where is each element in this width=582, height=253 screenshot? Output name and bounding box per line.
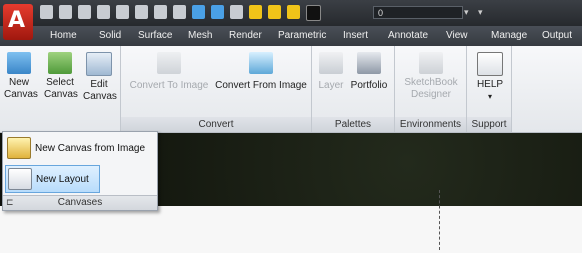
ribbon: New Canvas Select Canvas Edit Canvas Con…	[0, 46, 582, 133]
panel-title-convert: Convert	[121, 117, 311, 132]
layer-dropdown[interactable]: 0	[373, 6, 463, 19]
undo-icon[interactable]	[154, 5, 167, 19]
layer-button[interactable]: Layer	[316, 52, 346, 92]
layer-states-icon[interactable]	[211, 5, 224, 19]
canvases-label: Canvases	[57, 197, 103, 208]
app-logo-letter: A	[8, 8, 26, 33]
panel-palettes: Layer Portfolio Palettes	[312, 46, 395, 132]
portfolio-icon	[357, 52, 381, 74]
help-icon	[477, 52, 503, 76]
match-layer-icon[interactable]	[230, 5, 243, 19]
panel-convert: Convert To Image Convert From Image Conv…	[121, 46, 312, 132]
new-canvas-from-image-item[interactable]: New Canvas from Image	[5, 134, 153, 162]
layer-properties-icon[interactable]	[192, 5, 205, 19]
help-label: HELP	[476, 79, 504, 90]
sun-icon[interactable]	[268, 5, 281, 19]
help-button[interactable]: HELP ▾	[473, 52, 507, 103]
convert-from-image-icon	[249, 52, 273, 74]
convert-from-image-button[interactable]: Convert From Image	[214, 52, 308, 92]
convert-to-image-icon	[157, 52, 181, 74]
layout-icon	[8, 168, 32, 190]
convert-to-image-button[interactable]: Convert To Image	[127, 52, 211, 92]
print-icon[interactable]	[135, 5, 148, 19]
edit-canvas-label: Edit Canvas	[83, 79, 117, 102]
panel-canvases: New Canvas Select Canvas Edit Canvas	[0, 46, 121, 132]
tab-home[interactable]: Home	[50, 30, 77, 41]
new-canvas-button[interactable]: New Canvas	[4, 52, 38, 101]
open-file-icon[interactable]	[59, 5, 72, 19]
ribbon-tabs: Home Solid Surface Mesh Render Parametri…	[0, 26, 582, 46]
panel-title-environments: Environments	[395, 117, 466, 132]
customize-qat-icon[interactable]: ▾	[478, 7, 483, 18]
lightbulb-icon[interactable]	[249, 5, 262, 19]
portfolio-label: Portfolio	[350, 80, 388, 91]
edit-canvas-button[interactable]: Edit Canvas	[83, 52, 117, 103]
tab-parametric[interactable]: Parametric	[278, 30, 326, 41]
convert-to-image-label: Convert To Image	[129, 80, 209, 91]
sketchbook-designer-label: SketchBook Designer	[404, 77, 458, 100]
new-canvas-label: New Canvas	[4, 77, 38, 100]
sketchbook-designer-icon	[419, 52, 443, 74]
color-swatch-icon[interactable]	[306, 5, 321, 21]
chevron-down-icon[interactable]: ▾	[464, 7, 469, 18]
tab-output[interactable]: Output	[542, 30, 572, 41]
layer-label: Layer	[318, 80, 344, 91]
help-dropdown-icon[interactable]: ▾	[473, 91, 507, 103]
canvases-panel-title: ⊏ Canvases	[3, 195, 157, 210]
new-canvas-icon	[7, 52, 31, 74]
application-menu-button[interactable]: A	[3, 4, 33, 40]
panel-support: HELP ▾ Support	[467, 46, 512, 132]
tab-surface[interactable]: Surface	[138, 30, 172, 41]
tab-render[interactable]: Render	[229, 30, 262, 41]
redo-icon[interactable]	[173, 5, 186, 19]
pin-icon[interactable]: ⊏	[6, 195, 14, 209]
tab-view[interactable]: View	[446, 30, 468, 41]
layer-icon	[319, 52, 343, 74]
panel-environments: SketchBook Designer Environments	[395, 46, 467, 132]
select-canvas-label: Select Canvas	[44, 77, 78, 100]
tab-mesh[interactable]: Mesh	[188, 30, 212, 41]
image-canvas-icon	[7, 137, 31, 159]
new-file-icon[interactable]	[40, 5, 53, 19]
quick-access-toolbar: 0 ▾ ▾	[0, 0, 582, 26]
tab-insert[interactable]: Insert	[343, 30, 368, 41]
edit-canvas-icon	[86, 52, 112, 76]
panel-title-palettes: Palettes	[312, 117, 394, 132]
lock-icon[interactable]	[287, 5, 300, 19]
select-canvas-icon	[48, 52, 72, 74]
panel-title-support: Support	[467, 117, 511, 132]
select-canvas-button[interactable]: Select Canvas	[44, 52, 78, 101]
canvases-dropdown: New Canvas from Image New Layout ⊏ Canva…	[2, 131, 158, 211]
plot-icon[interactable]	[116, 5, 129, 19]
portfolio-button[interactable]: Portfolio	[346, 52, 392, 92]
crosshair-line	[439, 190, 441, 250]
save-icon[interactable]	[78, 5, 91, 19]
convert-from-image-label: Convert From Image	[215, 80, 307, 91]
save-as-icon[interactable]	[97, 5, 110, 19]
sketchbook-designer-button[interactable]: SketchBook Designer	[399, 52, 463, 101]
tab-solid[interactable]: Solid	[99, 30, 121, 41]
new-canvas-from-image-label: New Canvas from Image	[35, 142, 146, 154]
quick-access-icons	[40, 5, 321, 21]
tab-annotate[interactable]: Annotate	[388, 30, 428, 41]
status-area	[0, 206, 582, 253]
new-layout-item[interactable]: New Layout	[5, 165, 100, 193]
new-layout-label: New Layout	[36, 173, 89, 185]
tab-manage[interactable]: Manage	[491, 30, 527, 41]
layer-value: 0	[378, 8, 384, 18]
